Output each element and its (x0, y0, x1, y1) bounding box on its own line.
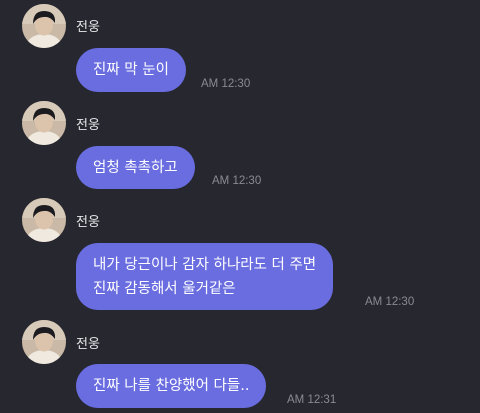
message-bubble[interactable]: 진짜 나를 찬양했어 다들.. (76, 364, 267, 408)
message-timestamp: AM 12:31 (287, 394, 337, 406)
message-text: 진짜 감동해서 울거같은 (93, 280, 236, 297)
sender-name: 전웅 (76, 20, 100, 35)
message-bubble[interactable]: 엄청 촉촉하고 (76, 146, 195, 189)
sender-name: 전웅 (76, 215, 100, 230)
avatar-photo-icon (22, 101, 66, 145)
message-text: 내가 당근이나 감자 하나라도 더 주면 (93, 256, 317, 273)
message-text: 엄청 촉촉하고 (93, 159, 178, 176)
avatar-photo-icon (22, 198, 66, 242)
message-timestamp: AM 12:30 (212, 175, 262, 187)
message-timestamp: AM 12:30 (201, 78, 251, 90)
sender-name: 전웅 (76, 118, 100, 133)
avatar-photo-icon (22, 4, 66, 48)
message-bubble[interactable]: 내가 당근이나 감자 하나라도 더 주면 진짜 감동해서 울거같은 (76, 243, 334, 310)
avatar[interactable] (22, 101, 66, 145)
message-text: 진짜 나를 찬양했어 다들.. (93, 378, 250, 394)
avatar[interactable] (22, 320, 66, 364)
chat-log: 전웅 진짜 막 눈이 AM 12:30 전웅 엄청 촉촉하고 AM 12:30 … (0, 0, 480, 413)
message-text: 진짜 막 눈이 (93, 62, 169, 78)
message-timestamp: AM 12:30 (365, 296, 415, 308)
avatar[interactable] (22, 4, 66, 48)
avatar-photo-icon (22, 320, 66, 364)
message-bubble[interactable]: 진짜 막 눈이 (76, 48, 186, 92)
avatar[interactable] (22, 198, 66, 242)
sender-name: 전웅 (76, 337, 100, 352)
